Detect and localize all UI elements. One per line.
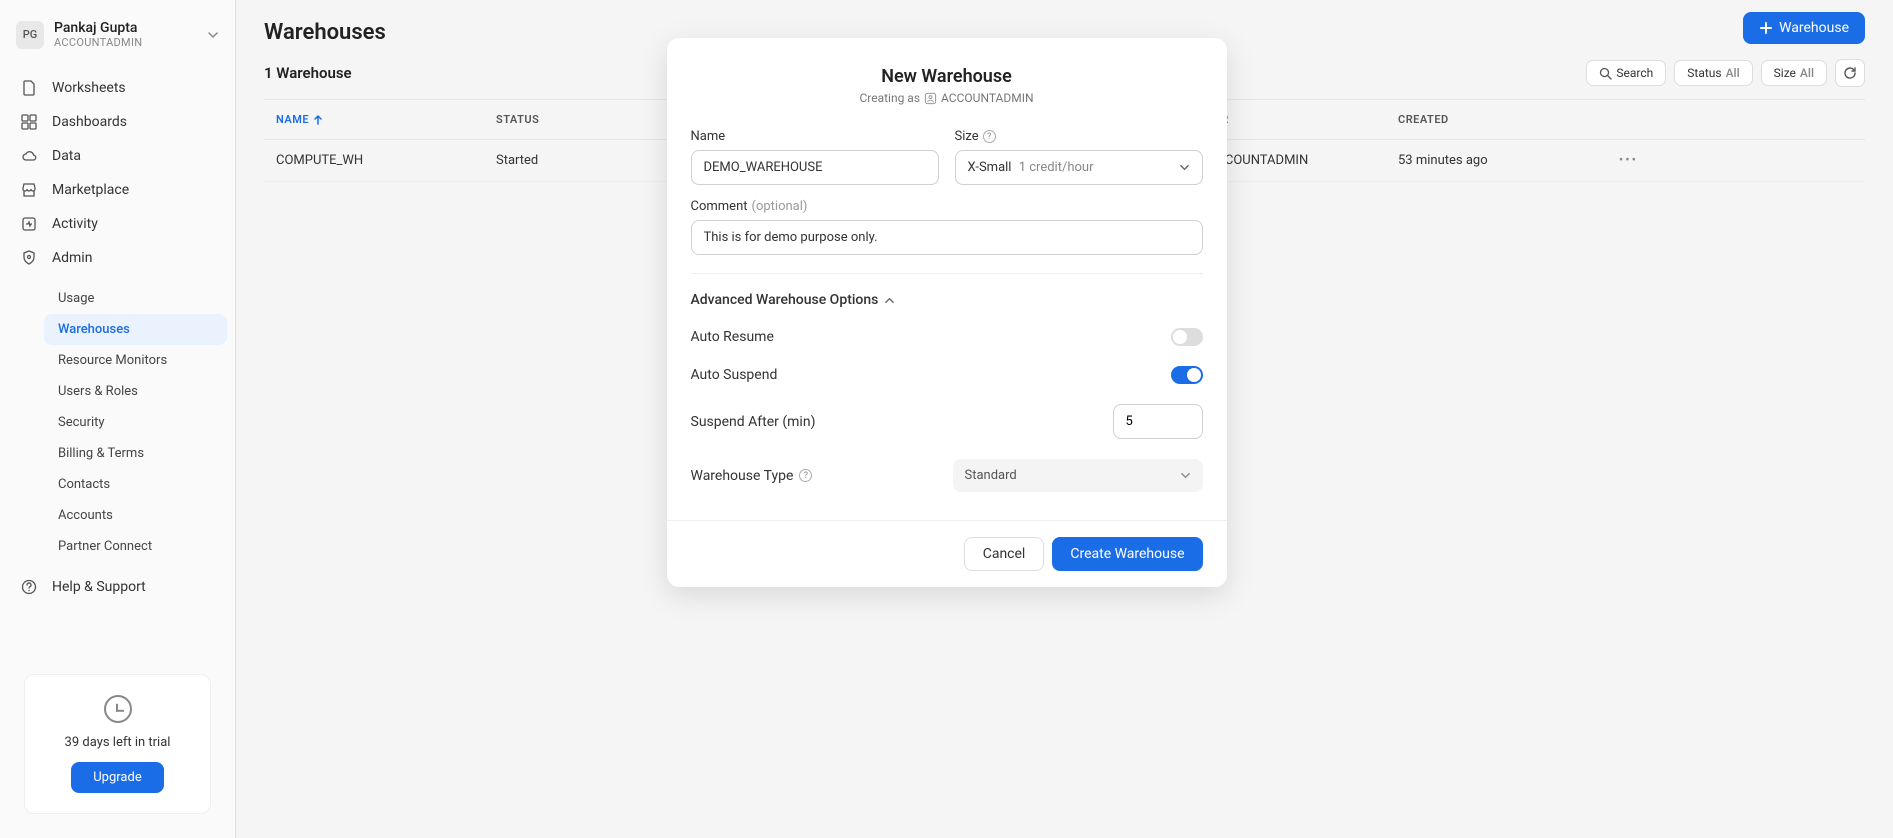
col-name[interactable]: NAME	[276, 113, 496, 126]
auto-suspend-label: Auto Suspend	[691, 367, 778, 383]
chevron-down-icon	[1179, 162, 1190, 173]
comment-label-text: Comment	[691, 199, 748, 214]
sort-arrow-icon	[313, 115, 323, 125]
chevron-down-icon	[207, 29, 219, 41]
nav-label: Data	[52, 148, 81, 164]
create-warehouse-button[interactable]: Create Warehouse	[1052, 537, 1202, 571]
filter-value: All	[1800, 66, 1814, 80]
nav-label: Dashboards	[52, 114, 127, 130]
new-warehouse-modal: New Warehouse Creating as ACCOUNTADMIN N…	[667, 38, 1227, 587]
more-icon[interactable]: •••	[1598, 153, 1638, 168]
plus-icon	[1759, 21, 1773, 35]
subtitle-role: ACCOUNTADMIN	[941, 91, 1034, 105]
auto-suspend-toggle[interactable]	[1171, 366, 1203, 384]
nav-data[interactable]: Data	[8, 139, 227, 173]
upgrade-button[interactable]: Upgrade	[71, 762, 163, 793]
shield-icon	[20, 249, 38, 267]
cancel-button[interactable]: Cancel	[964, 537, 1045, 571]
nav-label: Marketplace	[52, 182, 129, 198]
sidebar-item-security[interactable]: Security	[44, 407, 227, 438]
search-button[interactable]: Search	[1586, 60, 1666, 86]
size-filter[interactable]: Size All	[1761, 60, 1827, 86]
col-created[interactable]: CREATED	[1398, 113, 1598, 126]
subtitle-prefix: Creating as	[859, 91, 920, 105]
user-name: Pankaj Gupta	[54, 20, 207, 36]
comment-label: Comment (optional)	[691, 199, 1203, 214]
sidebar-item-billing[interactable]: Billing & Terms	[44, 438, 227, 469]
nav-marketplace[interactable]: Marketplace	[8, 173, 227, 207]
help-icon[interactable]: ?	[983, 130, 996, 143]
warehouse-type-select[interactable]: Standard	[953, 459, 1203, 492]
search-label: Search	[1616, 66, 1653, 80]
activity-icon	[20, 215, 38, 233]
size-value: X-Small	[968, 160, 1012, 175]
advanced-label: Advanced Warehouse Options	[691, 292, 879, 308]
nav-admin[interactable]: Admin	[8, 241, 227, 275]
trial-text: 39 days left in trial	[39, 735, 196, 750]
clock-icon	[104, 695, 132, 723]
user-role: ACCOUNTADMIN	[54, 36, 207, 49]
filter-label: Size	[1774, 66, 1796, 80]
sidebar: PG Pankaj Gupta ACCOUNTADMIN Worksheets …	[0, 0, 236, 838]
sidebar-item-users-roles[interactable]: Users & Roles	[44, 376, 227, 407]
size-credit: 1 credit/hour	[1019, 160, 1094, 175]
size-label: Size ?	[955, 129, 1203, 144]
cloud-icon	[20, 147, 38, 165]
nav-label: Admin	[52, 250, 92, 266]
sidebar-item-resource-monitors[interactable]: Resource Monitors	[44, 345, 227, 376]
type-value: Standard	[965, 468, 1017, 483]
nav-worksheets[interactable]: Worksheets	[8, 71, 227, 105]
sidebar-item-accounts[interactable]: Accounts	[44, 500, 227, 531]
suspend-after-input[interactable]	[1113, 404, 1203, 439]
header-label: NAME	[276, 113, 309, 126]
new-warehouse-button[interactable]: Warehouse	[1743, 12, 1865, 44]
advanced-options-toggle[interactable]: Advanced Warehouse Options	[691, 292, 1203, 308]
document-icon	[20, 79, 38, 97]
nav-activity[interactable]: Activity	[8, 207, 227, 241]
size-select[interactable]: X-Small 1 credit/hour	[955, 150, 1203, 185]
grid-icon	[20, 113, 38, 131]
size-label-text: Size	[955, 129, 979, 144]
type-label-text: Warehouse Type	[691, 468, 794, 484]
chevron-down-icon	[1180, 470, 1191, 481]
suspend-after-label: Suspend After (min)	[691, 414, 816, 430]
nav-help[interactable]: Help & Support	[8, 570, 227, 604]
auto-resume-label: Auto Resume	[691, 329, 774, 345]
chevron-up-icon	[884, 295, 895, 306]
search-icon	[1599, 67, 1612, 80]
warehouse-count: 1 Warehouse	[264, 64, 352, 82]
sidebar-item-partner-connect[interactable]: Partner Connect	[44, 531, 227, 562]
name-input[interactable]	[691, 150, 939, 185]
nav-label: Worksheets	[52, 80, 126, 96]
comment-input[interactable]	[691, 220, 1203, 255]
nav-label: Help & Support	[52, 579, 146, 595]
button-label: Warehouse	[1779, 20, 1849, 36]
nav-label: Activity	[52, 216, 98, 232]
name-label: Name	[691, 129, 939, 144]
store-icon	[20, 181, 38, 199]
refresh-button[interactable]	[1835, 59, 1865, 87]
nav-dashboards[interactable]: Dashboards	[8, 105, 227, 139]
user-menu[interactable]: PG Pankaj Gupta ACCOUNTADMIN	[0, 12, 235, 65]
modal-title: New Warehouse	[687, 66, 1207, 87]
help-icon[interactable]: ?	[799, 469, 812, 482]
auto-resume-toggle[interactable]	[1171, 328, 1203, 346]
modal-subtitle: Creating as ACCOUNTADMIN	[687, 91, 1207, 105]
filter-value: All	[1726, 66, 1740, 80]
sidebar-item-usage[interactable]: Usage	[44, 283, 227, 314]
warehouse-type-label: Warehouse Type ?	[691, 468, 813, 484]
sidebar-item-contacts[interactable]: Contacts	[44, 469, 227, 500]
help-icon	[20, 578, 38, 596]
comment-optional: (optional)	[752, 199, 808, 214]
cell-name: COMPUTE_WH	[276, 153, 496, 168]
filter-label: Status	[1687, 66, 1721, 80]
role-icon	[924, 92, 937, 105]
sidebar-item-warehouses[interactable]: Warehouses	[44, 314, 227, 345]
refresh-icon	[1843, 66, 1857, 80]
avatar: PG	[16, 21, 44, 49]
trial-card: 39 days left in trial Upgrade	[24, 674, 211, 814]
status-filter[interactable]: Status All	[1674, 60, 1752, 86]
cell-created: 53 minutes ago	[1398, 153, 1598, 168]
